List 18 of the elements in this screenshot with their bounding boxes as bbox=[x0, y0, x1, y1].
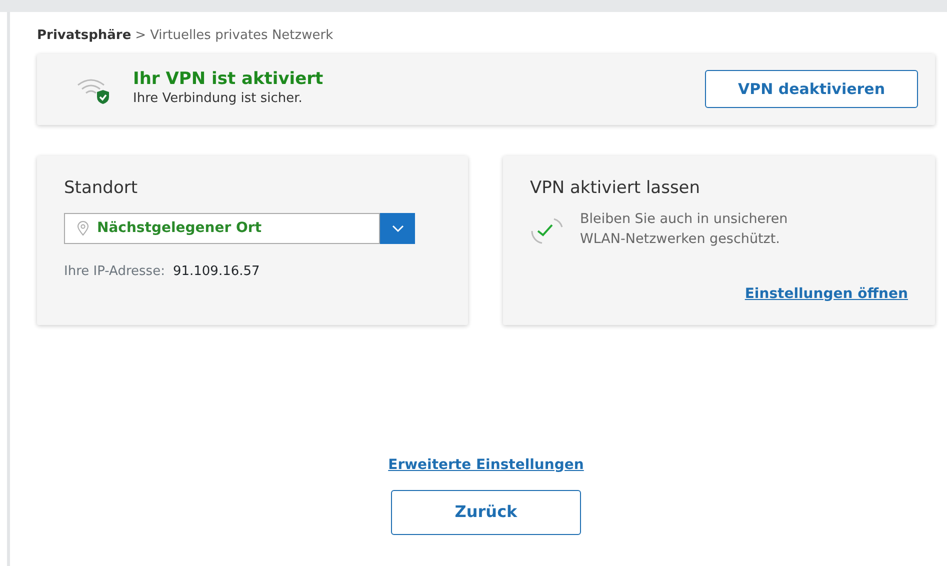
keep-vpn-description: Bleiben Sie auch in unsicheren WLAN-Netzwerken geschützt. bbox=[580, 210, 789, 250]
settings-link[interactable]: Einstellungen öffnen bbox=[744, 284, 908, 304]
location-pin-icon bbox=[77, 221, 89, 236]
chevron-down-icon bbox=[392, 224, 404, 232]
card-title: Standort bbox=[64, 176, 138, 200]
ip-address: 91.109.16.57 bbox=[172, 263, 260, 281]
ip-label: Ihre IP-Adresse: bbox=[64, 263, 165, 281]
breadcrumb-current: Virtuelles privates Netzwerk bbox=[150, 27, 334, 45]
deactivate-button[interactable]: VPN deaktivieren bbox=[705, 70, 918, 108]
location-select[interactable]: Nächstgelegener Ort bbox=[64, 213, 380, 244]
back-button[interactable]: Zurück bbox=[391, 490, 581, 534]
breadcrumb-separator: > bbox=[135, 27, 146, 45]
status-title: Ihr VPN ist aktiviert bbox=[133, 70, 324, 89]
advanced-settings-link[interactable]: Erweiterte Einstellungen bbox=[388, 454, 584, 476]
breadcrumb-link[interactable]: Privatsphäre bbox=[37, 26, 132, 46]
card-title: VPN aktiviert lassen bbox=[530, 176, 702, 200]
dropdown-button[interactable] bbox=[380, 213, 415, 244]
status-subtitle: Ihre Verbindung ist sicher. bbox=[133, 90, 304, 108]
